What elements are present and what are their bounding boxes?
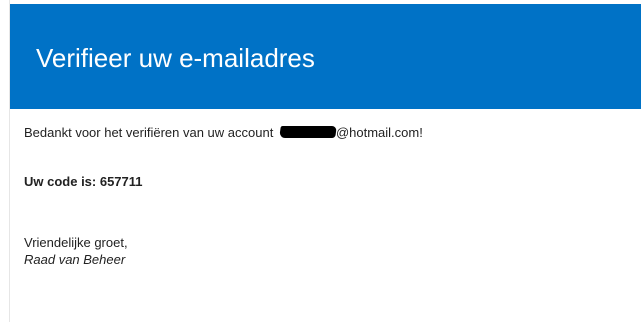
email-domain: @hotmail.com! — [335, 125, 423, 140]
verification-code: Uw code is: 657711 — [24, 174, 143, 189]
thanks-text: Bedankt voor het verifiëren van uw accou… — [24, 125, 277, 140]
redacted-username — [279, 126, 337, 138]
header-title: Verifieer uw e-mailadres — [36, 43, 315, 73]
greeting: Vriendelijke groet, — [24, 235, 128, 250]
header-banner: Verifieer uw e-mailadres — [10, 4, 641, 109]
thanks-line: Bedankt voor het verifiëren van uw accou… — [24, 124, 423, 141]
signature: Raad van Beheer — [24, 252, 126, 267]
email-message: Verifieer uw e-mailadres Bedankt voor he… — [0, 0, 641, 322]
